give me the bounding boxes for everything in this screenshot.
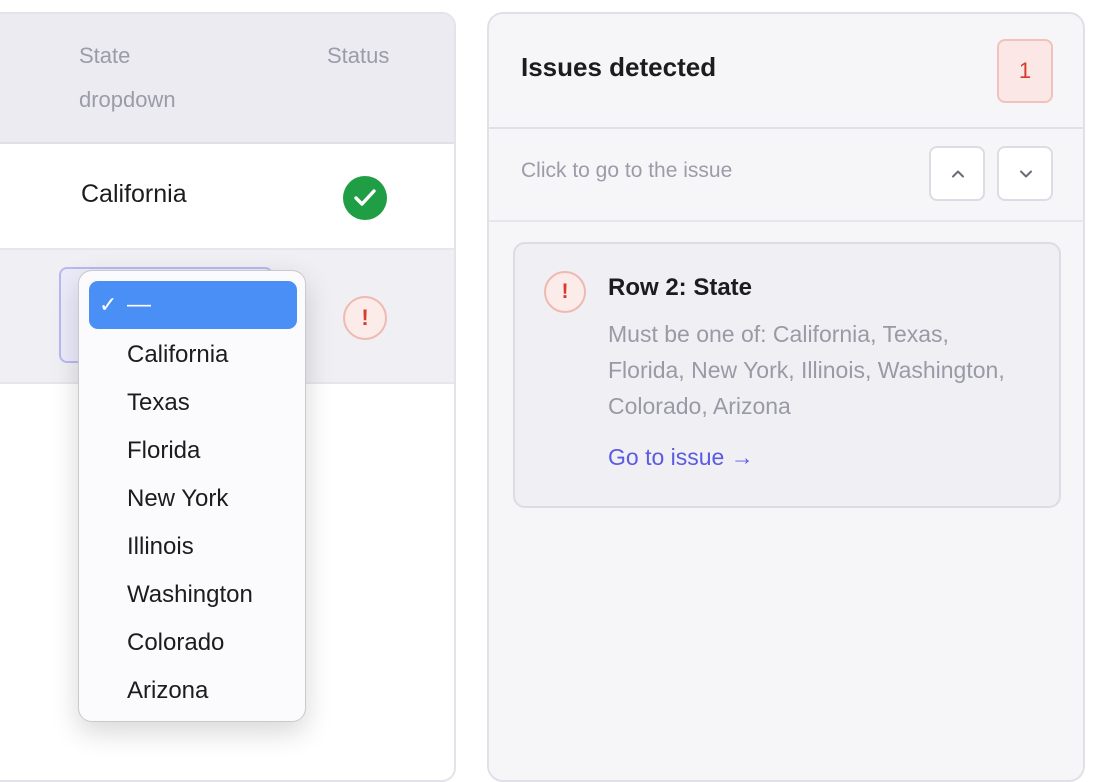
dropdown-option-colorado[interactable]: Colorado: [127, 625, 224, 661]
issues-title: Issues detected: [521, 52, 717, 82]
state-cell[interactable]: California: [81, 180, 187, 209]
exclamation-circle-icon: !: [544, 271, 586, 313]
dropdown-option-new-york[interactable]: New York: [127, 481, 228, 517]
issues-count-badge: 1: [997, 39, 1053, 103]
dropdown-option-illinois[interactable]: Illinois: [127, 529, 194, 565]
checkmark-icon: ✓: [99, 292, 118, 317]
dropdown-option-washington[interactable]: Washington: [127, 577, 253, 613]
column-header-status[interactable]: Status: [327, 34, 389, 78]
dropdown-option-label: —: [127, 291, 151, 318]
table-row[interactable]: California: [0, 144, 454, 250]
state-dropdown-menu: ✓ — California Texas Florida New York Il…: [78, 270, 306, 722]
dropdown-option-selected[interactable]: ✓ —: [89, 281, 297, 329]
check-circle-icon: [343, 176, 387, 220]
dropdown-option-florida[interactable]: Florida: [127, 433, 200, 469]
chevron-down-icon: [1020, 170, 1032, 178]
issue-navigation: Click to go to the issue: [489, 129, 1083, 222]
exclamation-circle-icon: !: [343, 296, 387, 340]
column-header-state[interactable]: State dropdown: [79, 34, 229, 122]
next-issue-button[interactable]: [997, 146, 1053, 201]
dropdown-option-texas[interactable]: Texas: [127, 385, 190, 421]
issues-panel: Issues detected 1 Click to go to the iss…: [487, 12, 1085, 782]
go-to-issue-link[interactable]: Go to issue →: [608, 444, 754, 471]
navigation-hint: Click to go to the issue: [521, 159, 733, 182]
dropdown-option-california[interactable]: California: [127, 337, 228, 373]
table-header: State dropdown Status: [0, 14, 454, 144]
previous-issue-button[interactable]: [929, 146, 985, 201]
chevron-up-icon: [952, 170, 964, 178]
issue-title: Row 2: State: [608, 274, 753, 301]
issues-header: Issues detected 1: [489, 14, 1083, 129]
dropdown-option-arizona[interactable]: Arizona: [127, 673, 208, 709]
issue-description: Must be one of: California, Texas, Flori…: [608, 321, 1005, 419]
issue-card: ! Row 2: State Must be one of: Californi…: [513, 242, 1061, 508]
